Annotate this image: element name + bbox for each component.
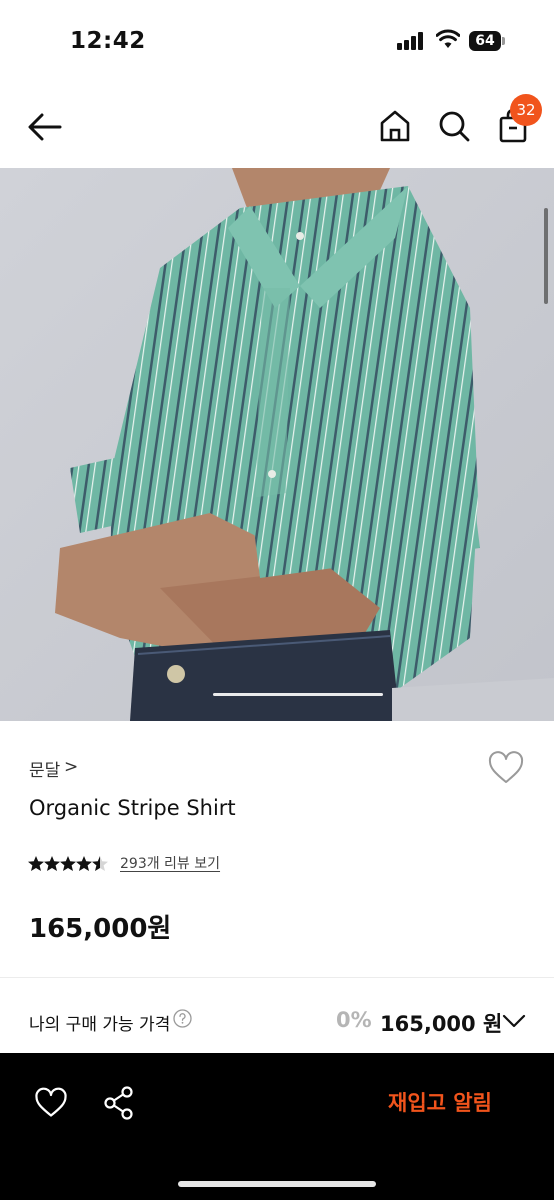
star-half-icon: [92, 856, 108, 871]
product-photo: [0, 168, 554, 721]
brand-chevron-icon[interactable]: >: [64, 757, 78, 777]
status-time: 12:42: [70, 28, 146, 54]
top-nav: [0, 82, 554, 168]
home-icon[interactable]: [378, 108, 412, 144]
star-icon: [60, 856, 76, 871]
home-indicator[interactable]: [178, 1181, 376, 1187]
bottom-action-bar: 재입고 알림: [0, 1053, 554, 1200]
product-price: 165,000원: [29, 914, 172, 944]
chevron-down-icon[interactable]: [502, 1011, 526, 1031]
product-title: Organic Stripe Shirt: [29, 796, 236, 820]
heart-icon[interactable]: [487, 750, 525, 786]
share-icon[interactable]: [103, 1085, 135, 1121]
rating-stars: [28, 856, 108, 871]
heart-icon[interactable]: [34, 1087, 68, 1119]
search-icon[interactable]: [437, 108, 471, 144]
brand-link[interactable]: 문달: [29, 756, 60, 781]
image-scrollbar[interactable]: [544, 208, 548, 304]
my-price-label: 나의 구매 가능 가격: [29, 1015, 171, 1035]
star-icon: [28, 856, 44, 871]
arrow-left-icon[interactable]: [26, 110, 64, 144]
section-divider: [0, 977, 554, 978]
my-price-value: 165,000 원: [380, 1012, 503, 1036]
battery-level: 64: [469, 31, 501, 51]
battery-icon: 64: [469, 31, 505, 51]
product-image[interactable]: [0, 168, 554, 721]
star-icon: [76, 856, 92, 871]
discount-rate: 0%: [336, 1008, 372, 1032]
restock-alert-button[interactable]: 재입고 알림: [370, 1085, 510, 1121]
question-circle-icon[interactable]: [173, 1009, 192, 1028]
review-link[interactable]: 293개 리뷰 보기: [120, 853, 220, 873]
star-icon: [44, 856, 60, 871]
image-page-indicator: [213, 693, 383, 696]
cellular-signal-icon: [397, 32, 427, 50]
cart-count-badge: 32: [510, 94, 542, 126]
wifi-icon: [436, 29, 460, 48]
status-bar: 12:42 64: [0, 0, 554, 82]
